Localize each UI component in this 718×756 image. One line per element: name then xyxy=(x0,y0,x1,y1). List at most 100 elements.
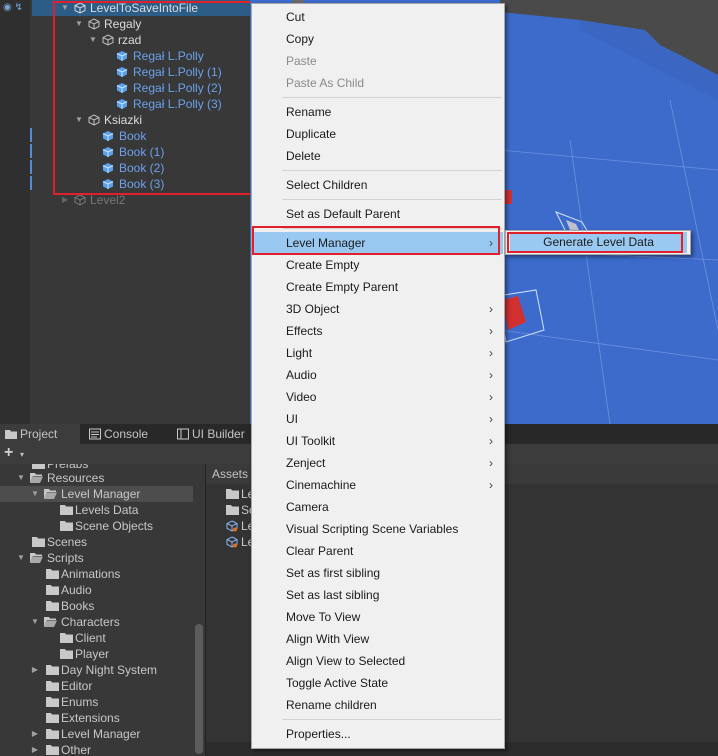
menu-item-delete[interactable]: Delete xyxy=(253,145,503,167)
menu-item-cinemachine[interactable]: Cinemachine › xyxy=(253,474,503,496)
menu-item-create-empty-parent[interactable]: Create Empty Parent xyxy=(253,276,503,298)
tab-ui-builder[interactable]: UI Builder xyxy=(172,424,252,444)
menu-item-effects[interactable]: Effects › xyxy=(253,320,503,342)
tree-item[interactable]: Levels Data xyxy=(0,502,193,518)
hierarchy-item-label: Regał L.Polly (1) xyxy=(133,65,222,79)
tree-item[interactable]: ▶ Level Manager xyxy=(0,726,193,742)
hierarchy-item[interactable]: Regał L.Polly xyxy=(32,48,282,64)
prefab-icon xyxy=(116,51,128,61)
menu-item-toggle-active-state[interactable]: Toggle Active State xyxy=(253,672,503,694)
expand-arrow-icon[interactable]: ▶ xyxy=(30,726,40,742)
menu-item-video[interactable]: Video › xyxy=(253,386,503,408)
menu-item-ui-toolkit[interactable]: UI Toolkit › xyxy=(253,430,503,452)
expand-arrow-icon[interactable]: ▶ xyxy=(30,742,40,756)
tree-item[interactable]: Audio xyxy=(0,582,193,598)
tree-item[interactable]: Scene Objects xyxy=(0,518,193,534)
menu-item-camera[interactable]: Camera xyxy=(253,496,503,518)
hierarchy-item[interactable]: ▼ Regaly xyxy=(32,16,282,32)
hierarchy-item[interactable]: Regał L.Polly (3) xyxy=(32,96,282,112)
menu-item-create-empty[interactable]: Create Empty xyxy=(253,254,503,276)
tree-item[interactable]: Scenes xyxy=(0,534,193,550)
menu-item-label: Light xyxy=(286,346,313,360)
tree-item[interactable]: ▶ Other xyxy=(0,742,193,756)
expand-arrow-icon[interactable]: ▼ xyxy=(16,550,26,566)
menu-item-move-to-view[interactable]: Move To View xyxy=(253,606,503,628)
submenu-arrow-icon: › xyxy=(489,412,493,426)
hierarchy-item[interactable]: Regał L.Polly (1) xyxy=(32,64,282,80)
menu-item-set-last-sibling[interactable]: Set as last sibling xyxy=(253,584,503,606)
add-dropdown-icon[interactable]: ▾ xyxy=(20,450,24,459)
expand-arrow-icon[interactable]: ▼ xyxy=(30,614,40,630)
hierarchy-item-label: rzad xyxy=(118,33,142,47)
tree-item-label: Scene Objects xyxy=(75,519,154,533)
menu-item-ui[interactable]: UI › xyxy=(253,408,503,430)
gameobject-icon xyxy=(74,194,86,206)
menu-item-zenject[interactable]: Zenject › xyxy=(253,452,503,474)
menu-item-duplicate[interactable]: Duplicate xyxy=(253,123,503,145)
menu-item-cut[interactable]: Cut xyxy=(253,6,503,28)
menu-item-clear-parent[interactable]: Clear Parent xyxy=(253,540,503,562)
hierarchy-item-inactive[interactable]: ▶ Level2 xyxy=(32,192,282,208)
menu-item-audio[interactable]: Audio › xyxy=(253,364,503,386)
hierarchy-item[interactable]: Regał L.Polly (2) xyxy=(32,80,282,96)
tree-item[interactable]: Extensions xyxy=(0,710,193,726)
tab-label: Console xyxy=(104,427,149,441)
tree-item[interactable]: Client xyxy=(0,630,193,646)
menu-item-visual-scripting-scene-variables[interactable]: Visual Scripting Scene Variables xyxy=(253,518,503,540)
menu-item-set-default-parent[interactable]: Set as Default Parent xyxy=(253,203,503,225)
hierarchy-item[interactable]: Book (1) xyxy=(32,144,282,160)
submenu-arrow-icon: › xyxy=(489,324,493,338)
expand-arrow-icon[interactable]: ▼ xyxy=(88,32,98,48)
menu-item-light[interactable]: Light › xyxy=(253,342,503,364)
expand-arrow-icon[interactable]: ▼ xyxy=(60,0,70,16)
tab-project[interactable]: Project xyxy=(0,424,80,444)
add-button[interactable]: + xyxy=(4,445,13,461)
menu-item-align-with-view[interactable]: Align With View xyxy=(253,628,503,650)
tab-console[interactable]: Console xyxy=(84,424,170,444)
folder-icon xyxy=(46,681,59,691)
hierarchy-item[interactable]: Book xyxy=(32,128,282,144)
visibility-icon[interactable]: ◉ ↯ xyxy=(3,3,25,13)
menu-item-3d-object[interactable]: 3D Object › xyxy=(253,298,503,320)
folder-icon xyxy=(46,601,59,611)
tree-item-selected[interactable]: ▼ Level Manager xyxy=(0,486,193,502)
tree-item[interactable]: ▼ Scripts xyxy=(0,550,193,566)
tree-item[interactable]: Enums xyxy=(0,694,193,710)
tree-item[interactable]: ▼ Characters xyxy=(0,614,193,630)
hierarchy-item-root[interactable]: ▼ LevelToSaveIntoFile xyxy=(32,0,282,16)
menu-item-level-manager[interactable]: Level Manager › xyxy=(253,232,503,254)
hierarchy-item[interactable]: ▼ Ksiazki xyxy=(32,112,282,128)
tree-item[interactable]: Books xyxy=(0,598,193,614)
tree-scrollbar[interactable] xyxy=(195,624,203,754)
menu-item-select-children[interactable]: Select Children xyxy=(253,174,503,196)
expand-arrow-icon[interactable]: ▶ xyxy=(30,662,40,678)
hierarchy-item[interactable]: ▼ rzad xyxy=(32,32,282,48)
hierarchy-item[interactable]: Book (3) xyxy=(32,176,282,192)
tree-item[interactable]: Editor xyxy=(0,678,193,694)
hierarchy-panel: ◉ ↯ ▼ LevelToSaveIntoFile ▼ Regaly ▼ rza… xyxy=(0,0,282,424)
hierarchy-item-label: Level2 xyxy=(90,193,126,207)
expand-arrow-icon[interactable]: ▼ xyxy=(74,16,84,32)
tree-item-label: Characters xyxy=(61,615,120,629)
expand-arrow-icon[interactable]: ▼ xyxy=(30,486,40,502)
folder-icon xyxy=(32,464,45,469)
expand-arrow-icon[interactable]: ▼ xyxy=(16,470,26,486)
menu-item-generate-level-data[interactable]: Generate Level Data xyxy=(510,232,687,253)
tree-item[interactable]: Animations xyxy=(0,566,193,582)
menu-item-rename-children[interactable]: Rename children xyxy=(253,694,503,716)
tree-item[interactable]: ▶ Day Night System xyxy=(0,662,193,678)
folder-icon xyxy=(32,537,45,547)
tree-item-label: Animations xyxy=(61,567,121,581)
tree-item[interactable]: Player xyxy=(0,646,193,662)
menu-item-properties[interactable]: Properties... xyxy=(253,723,503,745)
tree-item[interactable]: ▼ Resources xyxy=(0,470,193,486)
menu-item-rename[interactable]: Rename xyxy=(253,101,503,123)
expand-arrow-icon[interactable]: ▼ xyxy=(74,112,84,128)
menu-item-label: Audio xyxy=(286,368,317,382)
menu-item-copy[interactable]: Copy xyxy=(253,28,503,50)
menu-item-paste: Paste xyxy=(286,54,317,68)
expand-arrow-icon[interactable]: ▶ xyxy=(60,192,70,208)
menu-item-align-view-to-selected[interactable]: Align View to Selected xyxy=(253,650,503,672)
hierarchy-item[interactable]: Book (2) xyxy=(32,160,282,176)
menu-item-set-first-sibling[interactable]: Set as first sibling xyxy=(253,562,503,584)
